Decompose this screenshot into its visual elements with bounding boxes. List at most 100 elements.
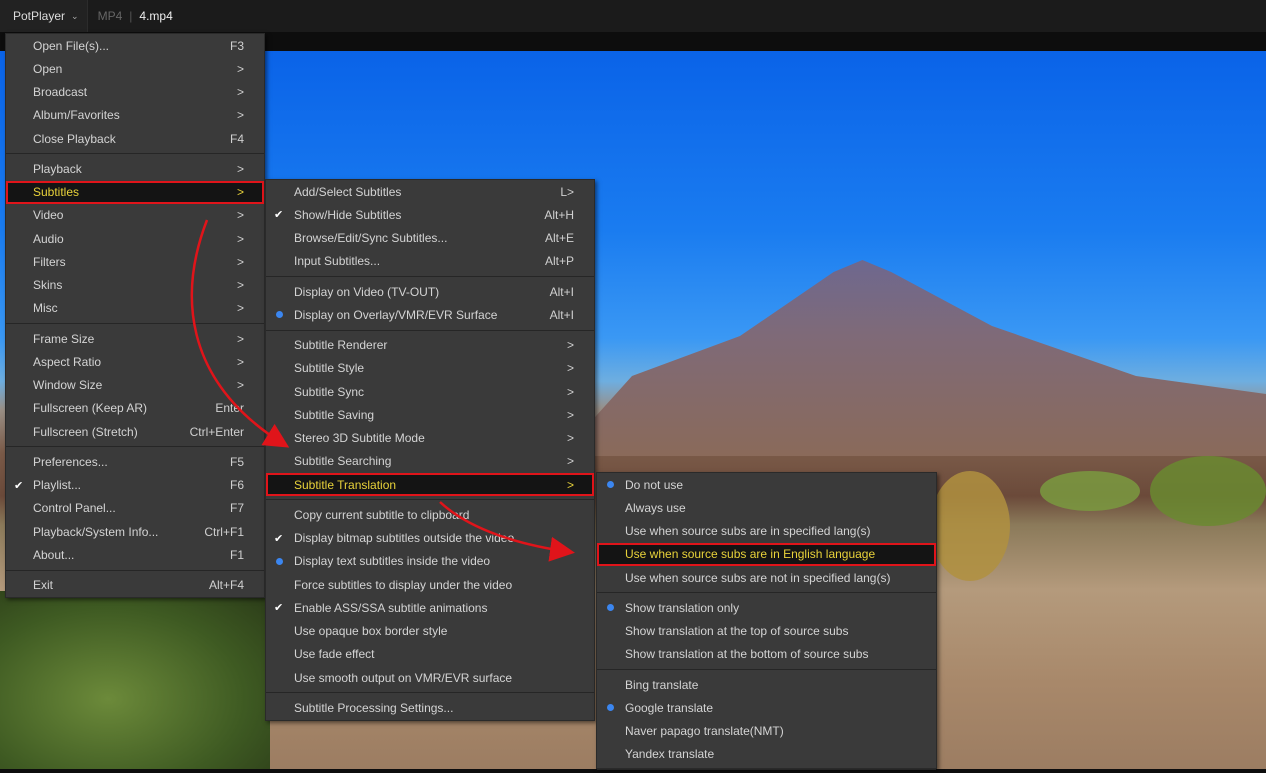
shortcut-label: F7	[229, 501, 244, 516]
menu-item-use-opaque-box-border-style[interactable]: Use opaque box border style	[266, 620, 594, 643]
menu-item-label: Force subtitles to display under the vid…	[294, 577, 513, 592]
menu-item-label: Open	[33, 61, 63, 76]
menu-item-label: Naver papago translate(NMT)	[625, 724, 784, 739]
menu-item-add-select-subtitles[interactable]: Add/Select Subtitles L>	[266, 180, 594, 203]
menu-item-show-translation-at-the-bottom-of-source-subs[interactable]: Show translation at the bottom of source…	[597, 643, 936, 666]
menu-item-playback-system-info[interactable]: Playback/System Info... Ctrl+F1	[6, 520, 264, 543]
menu-item-label: Use opaque box border style	[294, 624, 448, 639]
menu-separator	[266, 273, 594, 280]
menu-item-subtitle-style[interactable]: Subtitle Style >	[266, 357, 594, 380]
menu-item-audio[interactable]: Audio >	[6, 227, 264, 250]
submenu-arrow: >	[566, 407, 574, 422]
menu-item-label: Use fade effect	[294, 647, 375, 662]
menu-item-broadcast[interactable]: Broadcast >	[6, 81, 264, 104]
submenu-arrow: L>	[560, 184, 574, 199]
menu-item-enable-ass-ssa-subtitle-animations[interactable]: ✔ Enable ASS/SSA subtitle animations	[266, 596, 594, 619]
menu-separator	[266, 327, 594, 334]
shortcut-label: Enter	[215, 401, 244, 416]
menu-item-subtitles[interactable]: Subtitles >	[6, 180, 264, 204]
menu-item-label: Subtitles	[33, 185, 80, 200]
menu-item-label: Preferences...	[33, 454, 108, 469]
shortcut-label: F5	[229, 454, 244, 469]
menu-item-display-on-overlay-vmr-evr-surface[interactable]: Display on Overlay/VMR/EVR Surface Alt+I	[266, 303, 594, 326]
menu-item-label: Fullscreen (Keep AR)	[33, 401, 148, 416]
menu-item-fullscreen-stretch[interactable]: Fullscreen (Stretch) Ctrl+Enter	[6, 420, 264, 443]
menu-item-subtitle-sync[interactable]: Subtitle Sync >	[266, 380, 594, 403]
menu-item-label: Display text subtitles inside the video	[294, 554, 491, 569]
submenu-arrow: >	[236, 185, 244, 200]
menu-separator	[266, 496, 594, 503]
radio-selected-icon	[274, 550, 283, 573]
menu-item-input-subtitles[interactable]: Input Subtitles... Alt+P	[266, 250, 594, 273]
menu-item-naver-papago-translate-nmt[interactable]: Naver papago translate(NMT)	[597, 720, 936, 743]
video-plants	[0, 591, 270, 769]
radio-selected-icon	[605, 696, 614, 719]
menu-item-subtitle-processing-settings[interactable]: Subtitle Processing Settings...	[266, 696, 594, 719]
menu-item-browse-edit-sync-subtitles[interactable]: Browse/Edit/Sync Subtitles... Alt+E	[266, 227, 594, 250]
menu-item-label: Window Size	[33, 378, 103, 393]
menu-item-yandex-translate[interactable]: Yandex translate	[597, 743, 936, 766]
menu-item-label: Subtitle Processing Settings...	[294, 700, 454, 715]
menu-item-control-panel[interactable]: Control Panel... F7	[6, 497, 264, 520]
menu-item-use-smooth-output-on-vmr-evr-surface[interactable]: Use smooth output on VMR/EVR surface	[266, 666, 594, 689]
submenu-arrow: >	[236, 331, 244, 346]
menu-item-exit[interactable]: Exit Alt+F4	[6, 574, 264, 597]
menu-item-frame-size[interactable]: Frame Size >	[6, 327, 264, 350]
menu-item-filters[interactable]: Filters >	[6, 250, 264, 273]
menu-item-label: Subtitle Saving	[294, 407, 375, 422]
menu-item-display-on-video-tv-out[interactable]: Display on Video (TV-OUT) Alt+I	[266, 280, 594, 303]
file-name: 4.mp4	[139, 9, 173, 23]
menu-item-force-subtitles-to-display-under-the-video[interactable]: Force subtitles to display under the vid…	[266, 573, 594, 596]
shortcut-label: F3	[229, 38, 244, 53]
menu-item-use-when-source-subs-are-not-in-specified-lang-s[interactable]: Use when source subs are not in specifie…	[597, 566, 936, 589]
subtitle-translation-submenu: Do not use Always use Use when source subs…	[596, 472, 937, 770]
menu-item-playback[interactable]: Playback >	[6, 157, 264, 180]
menu-item-window-size[interactable]: Window Size >	[6, 374, 264, 397]
menu-item-label: About...	[33, 547, 75, 562]
menu-item-subtitle-searching[interactable]: Subtitle Searching >	[266, 450, 594, 473]
menu-item-do-not-use[interactable]: Do not use	[597, 473, 936, 496]
app-menu-button[interactable]: PotPlayer ⌄	[0, 0, 88, 32]
menu-item-display-bitmap-subtitles-outside-the-video[interactable]: ✔ Display bitmap subtitles outside the vi…	[266, 527, 594, 550]
shortcut-label: Alt+H	[544, 207, 574, 222]
app-name: PotPlayer	[13, 9, 66, 23]
menu-item-use-when-source-subs-are-in-specified-lang-s[interactable]: Use when source subs are in specified la…	[597, 520, 936, 543]
menu-item-open-file-s[interactable]: Open File(s)... F3	[6, 34, 264, 57]
menu-item-subtitle-renderer[interactable]: Subtitle Renderer >	[266, 334, 594, 357]
video-bush	[1040, 471, 1140, 511]
menu-item-label: Always use	[625, 500, 686, 515]
menu-item-show-translation-at-the-top-of-source-subs[interactable]: Show translation at the top of source su…	[597, 620, 936, 643]
menu-item-copy-current-subtitle-to-clipboard[interactable]: Copy current subtitle to clipboard	[266, 503, 594, 526]
menu-item-show-translation-only[interactable]: Show translation only	[597, 596, 936, 619]
menu-item-aspect-ratio[interactable]: Aspect Ratio >	[6, 350, 264, 373]
menu-item-fullscreen-keep-ar[interactable]: Fullscreen (Keep AR) Enter	[6, 397, 264, 420]
submenu-arrow: >	[236, 378, 244, 393]
menu-item-about[interactable]: About... F1	[6, 543, 264, 566]
menu-item-display-text-subtitles-inside-the-video[interactable]: Display text subtitles inside the video	[266, 550, 594, 573]
menu-item-playlist[interactable]: ✔ Playlist... F6	[6, 474, 264, 497]
menu-item-subtitle-translation[interactable]: Subtitle Translation >	[266, 473, 594, 497]
menu-item-use-fade-effect[interactable]: Use fade effect	[266, 643, 594, 666]
menu-item-skins[interactable]: Skins >	[6, 274, 264, 297]
menu-item-subtitle-saving[interactable]: Subtitle Saving >	[266, 403, 594, 426]
menu-item-misc[interactable]: Misc >	[6, 297, 264, 320]
menu-item-always-use[interactable]: Always use	[597, 496, 936, 519]
menu-item-preferences[interactable]: Preferences... F5	[6, 450, 264, 473]
menu-item-label: Subtitle Style	[294, 361, 365, 376]
menu-item-open[interactable]: Open >	[6, 57, 264, 80]
menu-item-bing-translate[interactable]: Bing translate	[597, 673, 936, 696]
submenu-arrow: >	[236, 254, 244, 269]
menu-item-label: Google translate	[625, 700, 714, 715]
menu-item-google-translate[interactable]: Google translate	[597, 696, 936, 719]
submenu-arrow: >	[566, 431, 574, 446]
menu-item-label: Use when source subs are in English lang…	[625, 547, 876, 562]
menu-item-label: Add/Select Subtitles	[294, 184, 402, 199]
shortcut-label: Alt+P	[544, 254, 574, 269]
menu-item-label: Use when source subs are in specified la…	[625, 524, 871, 539]
menu-item-album-favorites[interactable]: Album/Favorites >	[6, 104, 264, 127]
menu-item-use-when-source-subs-are-in-english-language[interactable]: Use when source subs are in English lang…	[597, 542, 936, 566]
menu-item-show-hide-subtitles[interactable]: ✔ Show/Hide Subtitles Alt+H	[266, 203, 594, 226]
menu-item-stereo-3d-subtitle-mode[interactable]: Stereo 3D Subtitle Mode >	[266, 427, 594, 450]
menu-item-video[interactable]: Video >	[6, 204, 264, 227]
menu-item-close-playback[interactable]: Close Playback F4	[6, 127, 264, 150]
